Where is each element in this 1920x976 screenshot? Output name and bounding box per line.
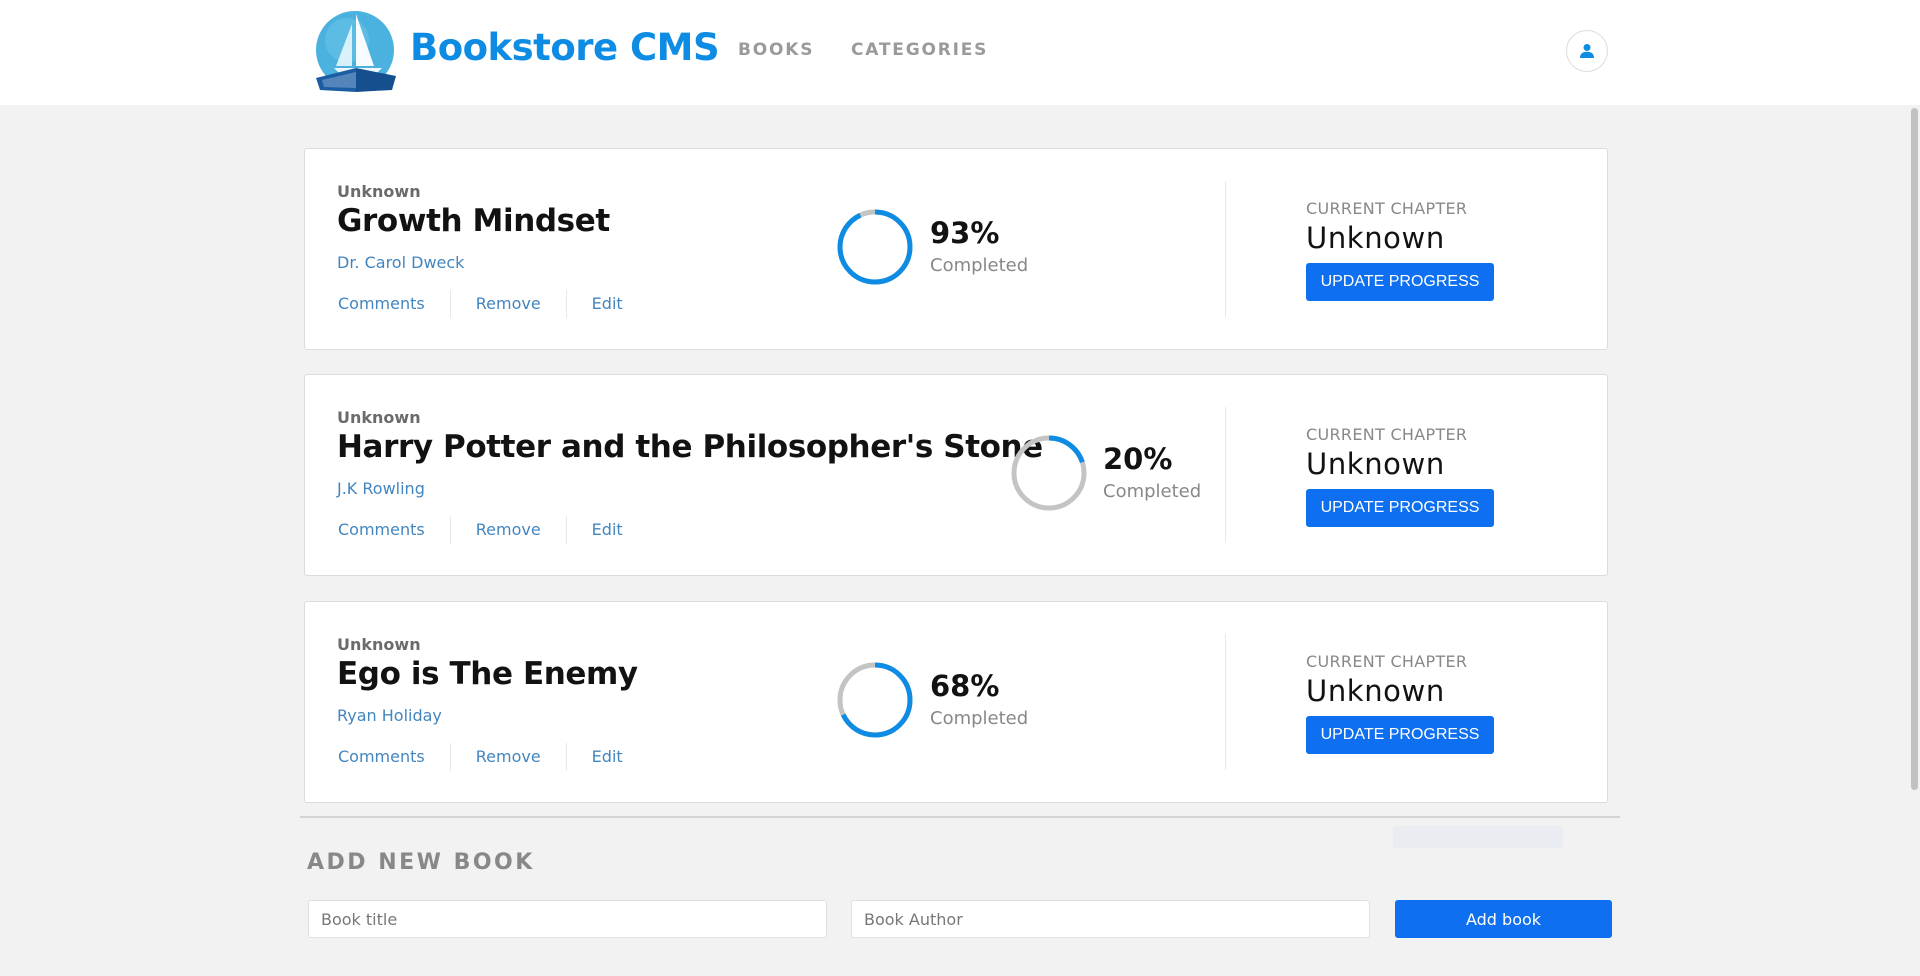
comments-button[interactable]: Comments	[337, 290, 450, 318]
book-actions: Comments Remove Edit	[337, 743, 648, 771]
comments-button[interactable]: Comments	[337, 516, 450, 544]
current-chapter-value: Unknown	[1306, 447, 1445, 481]
current-chapter-value: Unknown	[1306, 221, 1445, 255]
nav-categories[interactable]: CATEGORIES	[851, 40, 988, 60]
book-author[interactable]: Ryan Holiday	[337, 706, 442, 725]
progress-percent: 20%	[1103, 442, 1173, 476]
progress-ring	[837, 662, 913, 738]
card-divider	[1225, 634, 1226, 770]
current-chapter-label: CURRENT CHAPTER	[1306, 425, 1468, 444]
progress-completed-label: Completed	[930, 255, 1029, 276]
remove-button[interactable]: Remove	[449, 516, 566, 544]
edit-button[interactable]: Edit	[565, 743, 648, 771]
book-title-input[interactable]	[308, 900, 827, 938]
progress-ring	[837, 209, 913, 285]
remove-button[interactable]: Remove	[449, 743, 566, 771]
book-genre: Unknown	[337, 635, 421, 654]
book-author[interactable]: Dr. Carol Dweck	[337, 253, 464, 272]
card-divider	[1225, 407, 1226, 543]
book-genre: Unknown	[337, 408, 421, 427]
scrollbar-thumb[interactable]	[1911, 108, 1918, 790]
book-card: Unknown Growth Mindset Dr. Carol Dweck C…	[304, 148, 1608, 350]
user-icon	[1580, 44, 1594, 58]
remove-button[interactable]: Remove	[449, 290, 566, 318]
book-card: Unknown Ego is The Enemy Ryan Holiday Co…	[304, 601, 1608, 803]
book-card: Unknown Harry Potter and the Philosopher…	[304, 374, 1608, 576]
add-book-button[interactable]: Add book	[1395, 900, 1612, 938]
book-title: Growth Mindset	[337, 203, 610, 239]
nav-books[interactable]: BOOKS	[738, 40, 814, 60]
book-sailboat-logo-icon[interactable]	[312, 10, 398, 94]
book-title: Ego is The Enemy	[337, 656, 638, 692]
current-chapter-label: CURRENT CHAPTER	[1306, 199, 1468, 218]
card-divider	[1225, 181, 1226, 317]
progress-completed-label: Completed	[930, 708, 1029, 729]
book-genre: Unknown	[337, 182, 421, 201]
progress-percent: 93%	[930, 216, 1000, 250]
app-header: Bookstore CMS BOOKS CATEGORIES	[0, 0, 1920, 105]
edit-button[interactable]: Edit	[565, 516, 648, 544]
form-divider	[300, 816, 1620, 818]
progress-completed-label: Completed	[1103, 481, 1202, 502]
update-progress-button[interactable]: UPDATE PROGRESS	[1306, 489, 1494, 527]
user-profile-button[interactable]	[1566, 30, 1608, 72]
add-book-heading: ADD NEW BOOK	[307, 850, 535, 875]
progress-fill	[837, 209, 913, 285]
progress-ring	[1011, 435, 1087, 511]
book-actions: Comments Remove Edit	[337, 290, 648, 318]
faint-overlay	[1393, 826, 1563, 848]
progress-percent: 68%	[930, 669, 1000, 703]
comments-button[interactable]: Comments	[337, 743, 450, 771]
current-chapter-value: Unknown	[1306, 674, 1445, 708]
book-author[interactable]: J.K Rowling	[337, 479, 425, 498]
update-progress-button[interactable]: UPDATE PROGRESS	[1306, 716, 1494, 754]
brand-title[interactable]: Bookstore CMS	[410, 26, 720, 69]
current-chapter-label: CURRENT CHAPTER	[1306, 652, 1468, 671]
edit-button[interactable]: Edit	[565, 290, 648, 318]
update-progress-button[interactable]: UPDATE PROGRESS	[1306, 263, 1494, 301]
book-title: Harry Potter and the Philosopher's Stone	[337, 429, 1043, 465]
book-actions: Comments Remove Edit	[337, 516, 648, 544]
book-author-input[interactable]	[851, 900, 1370, 938]
